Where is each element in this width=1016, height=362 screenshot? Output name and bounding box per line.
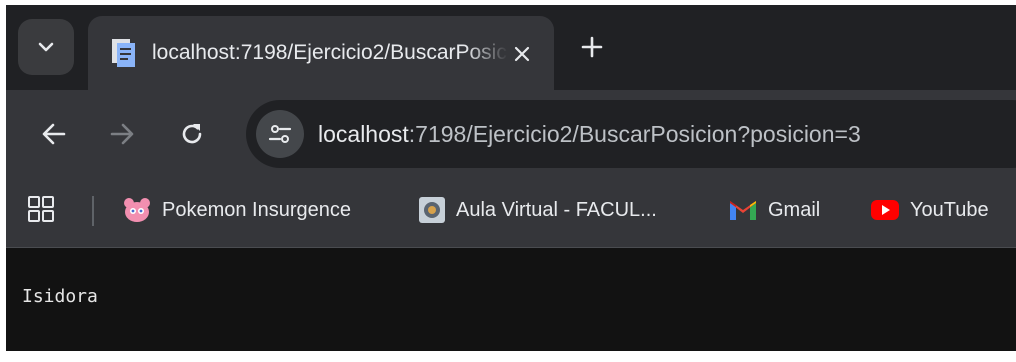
- reload-button[interactable]: [172, 114, 212, 154]
- bookmark-gmail[interactable]: Gmail: [728, 192, 820, 228]
- forward-button[interactable]: [102, 114, 142, 154]
- url-text: localhost:7198/Ejercicio2/BuscarPosicion…: [318, 118, 861, 150]
- bookmark-aula-virtual[interactable]: Aula Virtual - FACUL...: [418, 192, 657, 228]
- bookmarks-bar: Pokemon Insurgence Aula Virtual - FACUL.…: [6, 174, 1016, 248]
- bookmark-label: Gmail: [768, 199, 821, 221]
- bookmark-label: YouTube: [910, 199, 989, 221]
- close-icon: [514, 46, 530, 62]
- tab-close-button[interactable]: [508, 40, 536, 68]
- site-info-button[interactable]: [256, 110, 304, 158]
- aula-virtual-icon: [419, 197, 445, 223]
- bookmark-label: Pokemon Insurgence: [162, 199, 352, 221]
- new-tab-button[interactable]: [576, 31, 608, 63]
- plus-icon: [581, 36, 603, 58]
- chevron-down-icon: [38, 42, 54, 52]
- document-favicon-icon: [112, 39, 135, 67]
- bookmark-label: Aula Virtual - FACUL...: [456, 199, 657, 221]
- pokemon-icon: [124, 198, 150, 222]
- arrow-right-icon: [110, 123, 134, 145]
- youtube-icon: [871, 200, 899, 220]
- address-bar[interactable]: localhost:7198/Ejercicio2/BuscarPosicion…: [246, 100, 1016, 168]
- apps-grid-icon[interactable]: [28, 196, 54, 222]
- bookmark-youtube[interactable]: YouTube: [870, 192, 989, 228]
- tab-search-button[interactable]: [18, 19, 74, 75]
- tune-icon: [268, 125, 292, 143]
- browser-window: localhost:7198/Ejercicio2/BuscarPosicion…: [6, 5, 1016, 351]
- reload-icon: [182, 124, 202, 144]
- toolbar: localhost:7198/Ejercicio2/BuscarPosicion…: [6, 90, 1016, 174]
- back-button[interactable]: [34, 114, 74, 154]
- tab-strip: localhost:7198/Ejercicio2/BuscarPosicion…: [6, 5, 1016, 90]
- arrow-left-icon: [42, 123, 66, 145]
- page-content: Isidora: [6, 248, 1016, 351]
- bookmarks-separator: [92, 196, 94, 226]
- gmail-icon: [730, 201, 756, 220]
- bookmark-pokemon-insurgence[interactable]: Pokemon Insurgence: [122, 192, 351, 228]
- url-host: localhost: [318, 121, 409, 147]
- tab-title: localhost:7198/Ejercicio2/BuscarPosicion…: [152, 41, 508, 64]
- active-tab[interactable]: localhost:7198/Ejercicio2/BuscarPosicion…: [88, 16, 554, 90]
- url-path: :7198/Ejercicio2/BuscarPosicion?posicion…: [408, 121, 861, 147]
- result-text: Isidora: [22, 286, 98, 307]
